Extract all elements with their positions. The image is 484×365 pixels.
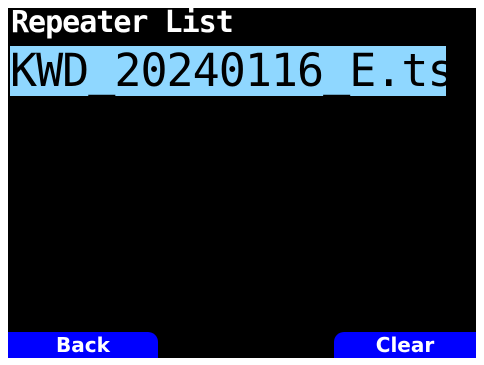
file-list-item[interactable]: KWD_20240116_E.tsv [10, 46, 476, 96]
clear-button[interactable]: Clear [334, 332, 476, 358]
file-name: KWD_20240116_E.tsv [10, 44, 476, 97]
radio-display: Repeater List KWD_20240116_E.tsv Back Cl… [8, 8, 476, 358]
repeater-file-list: KWD_20240116_E.tsv [8, 46, 476, 96]
screen-title: Repeater List [11, 8, 234, 40]
device-frame: Repeater List KWD_20240116_E.tsv Back Cl… [0, 0, 484, 365]
back-button[interactable]: Back [8, 332, 158, 358]
